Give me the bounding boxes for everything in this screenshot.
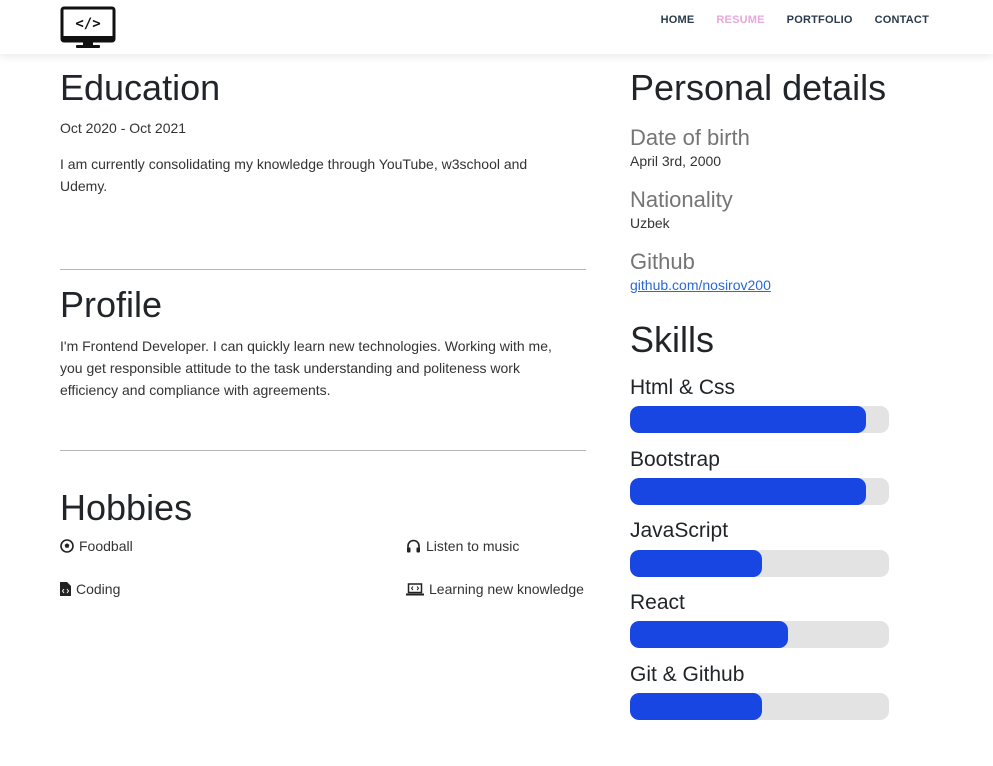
skill-name: JavaScript bbox=[630, 519, 729, 542]
monitor-code-icon[interactable]: </> bbox=[60, 6, 118, 50]
hobby-coding: Coding bbox=[60, 581, 120, 597]
nationality-value: Uzbek bbox=[630, 215, 670, 231]
education-dates: Oct 2020 - Oct 2021 bbox=[60, 120, 187, 136]
hobby-label: Coding bbox=[76, 581, 121, 597]
skill-bar bbox=[630, 621, 889, 648]
hobby-music: Listen to music bbox=[406, 538, 519, 554]
skill-bar-fill bbox=[630, 406, 866, 433]
nav-home[interactable]: HOME bbox=[661, 14, 695, 26]
skills-title: Skills bbox=[630, 319, 715, 360]
github-link[interactable]: github.com/nosirov200 bbox=[630, 277, 771, 293]
skill-bar bbox=[630, 550, 889, 577]
skill-name: Bootstrap bbox=[630, 448, 720, 471]
skill-name: React bbox=[630, 591, 685, 614]
skill-bar bbox=[630, 406, 889, 433]
birth-label: Date of birth bbox=[630, 125, 750, 150]
hobby-label: Learning new knowledge bbox=[429, 581, 584, 597]
nav-resume[interactable]: RESUME bbox=[716, 14, 764, 26]
hobby-label: Foodball bbox=[79, 538, 133, 554]
skill-bar bbox=[630, 693, 889, 720]
hobby-learning: Learning new knowledge bbox=[406, 581, 584, 597]
nav-contact[interactable]: CONTACT bbox=[875, 14, 929, 26]
github-label: Github bbox=[630, 249, 695, 274]
divider-profile bbox=[60, 450, 586, 451]
code-file-icon bbox=[60, 582, 71, 596]
hobby-label: Listen to music bbox=[426, 538, 520, 554]
education-text: I am currently consolidating my knowledg… bbox=[60, 156, 528, 194]
laptop-code-icon bbox=[406, 582, 424, 595]
skill-name: Html & Css bbox=[630, 376, 735, 399]
divider-education bbox=[60, 269, 586, 270]
skill-bar-fill bbox=[630, 621, 788, 648]
main-nav: HOME RESUME PORTFOLIO CONTACT bbox=[661, 14, 929, 26]
birth-value: April 3rd, 2000 bbox=[630, 153, 722, 169]
skill-bar-fill bbox=[630, 550, 763, 577]
education-title: Education bbox=[60, 67, 221, 108]
football-icon bbox=[60, 539, 74, 553]
headphones-icon bbox=[407, 539, 420, 553]
skill-bar-fill bbox=[630, 693, 763, 720]
skill-bar bbox=[630, 478, 889, 505]
profile-title: Profile bbox=[60, 284, 163, 325]
profile-text: I'm Frontend Developer. I can quickly le… bbox=[60, 338, 552, 398]
hobbies-title: Hobbies bbox=[60, 487, 193, 528]
logo-text: </> bbox=[75, 16, 100, 32]
personal-title: Personal details bbox=[630, 67, 887, 108]
nationality-label: Nationality bbox=[630, 187, 733, 212]
skill-name: Git & Github bbox=[630, 663, 745, 686]
nav-portfolio[interactable]: PORTFOLIO bbox=[787, 14, 853, 26]
skill-bar-fill bbox=[630, 478, 866, 505]
navbar: </> HOME RESUME PORTFOLIO CONTACT bbox=[0, 0, 993, 54]
hobby-football: Foodball bbox=[60, 538, 133, 554]
